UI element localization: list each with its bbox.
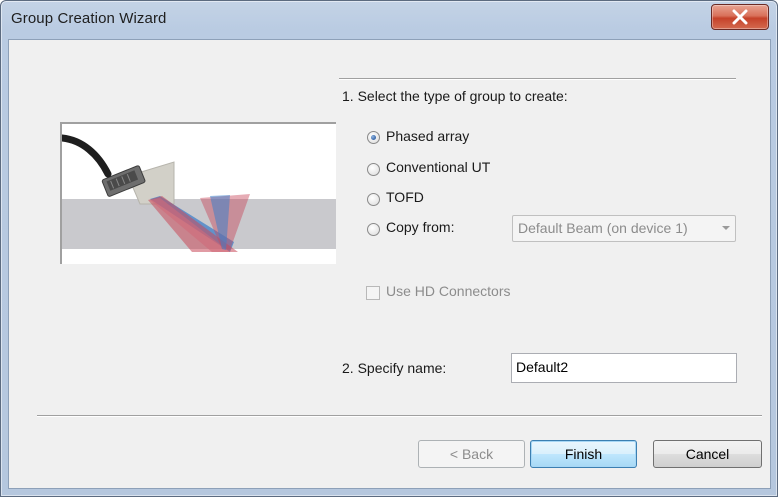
cancel-button[interactable]: Cancel [653,440,762,468]
copy-from-select[interactable]: Default Beam (on device 1) [512,215,736,242]
phased-array-label[interactable]: Phased array [386,128,469,144]
group-name-value[interactable]: Default2 [516,359,568,375]
step2-label: 2. Specify name: [342,360,447,376]
phased-array-radio[interactable] [367,131,380,144]
conventional-ut-radio[interactable] [367,163,380,176]
probe-illustration [60,122,336,264]
conventional-ut-label[interactable]: Conventional UT [386,159,490,175]
copy-from-select-value: Default Beam (on device 1) [518,220,688,236]
copy-from-radio[interactable] [367,223,380,236]
close-x-icon [732,9,748,25]
group-name-input[interactable]: Default2 [511,353,737,383]
hd-connectors-checkbox[interactable] [366,286,380,300]
tofd-label[interactable]: TOFD [386,189,424,205]
copy-from-label[interactable]: Copy from: [386,219,454,235]
close-button[interactable] [711,4,769,30]
step1-divider [339,78,736,80]
phased-array-probe-image [62,134,336,264]
hd-connectors-label[interactable]: Use HD Connectors [386,283,511,299]
window-title: Group Creation Wizard [11,10,167,27]
wizard-client-area: 1. Select the type of group to create: P… [8,39,771,489]
finish-button[interactable]: Finish [530,440,637,468]
button-separator [37,415,762,417]
wizard-window: Group Creation Wizard 1. Select the type… [0,0,778,497]
title-bar[interactable]: Group Creation Wizard [1,1,777,39]
chevron-down-icon [722,226,730,230]
tofd-radio[interactable] [367,193,380,206]
step1-heading: 1. Select the type of group to create: [342,88,568,104]
back-button[interactable]: < Back [418,440,525,468]
